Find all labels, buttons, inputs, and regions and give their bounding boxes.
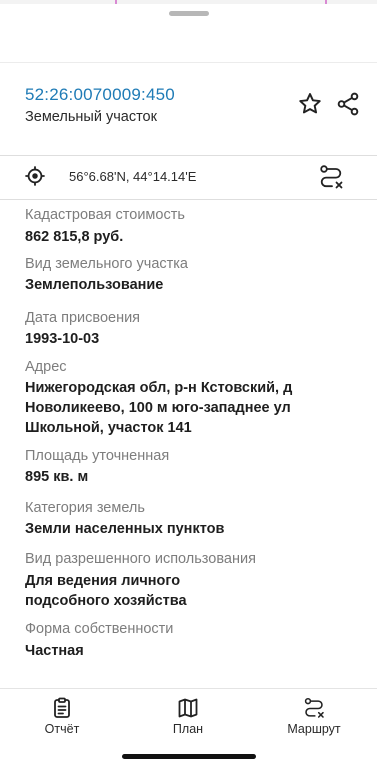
divider (0, 199, 377, 200)
land-kind-label: Вид земельного участка (25, 256, 188, 272)
land-kind-value: Землепользование (25, 277, 164, 293)
home-indicator[interactable] (122, 754, 256, 759)
ownership-value: Частная (25, 643, 84, 659)
share-button[interactable] (335, 91, 361, 117)
route-clear-button[interactable] (317, 163, 345, 191)
route-icon (304, 697, 324, 718)
map-boundary-line (325, 0, 327, 4)
category-label: Категория земель (25, 500, 145, 516)
nav-plan-label: План (172, 722, 204, 736)
star-icon (299, 93, 321, 114)
ownership-label: Форма собственности (25, 621, 174, 637)
cadastral-value: 862 815,8 руб. (25, 229, 124, 245)
assign-date-value: 1993-10-03 (25, 331, 100, 347)
drag-handle[interactable] (169, 11, 209, 16)
target-icon (25, 166, 45, 186)
nav-report[interactable]: Отчёт (12, 689, 112, 749)
permitted-use-line: Для ведения личного (25, 573, 181, 589)
nav-route-label: Маршрут (287, 722, 341, 736)
cadastral-value-label: Кадастровая стоимость (25, 207, 185, 223)
favorite-button[interactable] (297, 91, 323, 117)
assign-date-label: Дата присвоения (25, 310, 141, 326)
permitted-use-label: Вид разрешенного использования (25, 551, 256, 567)
cadastral-number[interactable]: 52:26:0070009:450 (25, 85, 175, 105)
locate-button[interactable] (24, 165, 46, 187)
parcel-header: 52:26:0070009:450 Земельный участок (0, 63, 377, 155)
nav-report-label: Отчёт (44, 722, 80, 736)
map-peek[interactable] (0, 0, 377, 4)
object-type: Земельный участок (25, 109, 157, 125)
nav-route[interactable]: Маршрут (264, 689, 364, 749)
category-value: Земли населенных пунктов (25, 521, 225, 537)
area-value: 895 кв. м (25, 469, 89, 485)
parcel-info-sheet: 52:26:0070009:450 Земельный участок 56°6… (0, 0, 377, 767)
coordinates-row: 56°6.68'N, 44°14.14'E (0, 155, 377, 199)
map-boundary-line (115, 0, 117, 4)
address-line: Школьной, участок 141 (25, 420, 192, 436)
nav-plan[interactable]: План (138, 689, 238, 749)
permitted-use-line: подсобного хозяйства (25, 593, 187, 609)
address-label: Адрес (25, 359, 67, 375)
share-icon (337, 92, 359, 116)
coordinates-text[interactable]: 56°6.68'N, 44°14.14'E (69, 169, 196, 184)
route-clear-icon (320, 165, 343, 189)
clipboard-icon (54, 697, 70, 718)
map-icon (178, 698, 198, 718)
area-label: Площадь уточненная (25, 448, 170, 464)
address-line: Нижегородская обл, р-н Кстовский, д (25, 380, 293, 396)
address-line: Новоликеево, 100 м юго-западнее ул (25, 400, 291, 416)
